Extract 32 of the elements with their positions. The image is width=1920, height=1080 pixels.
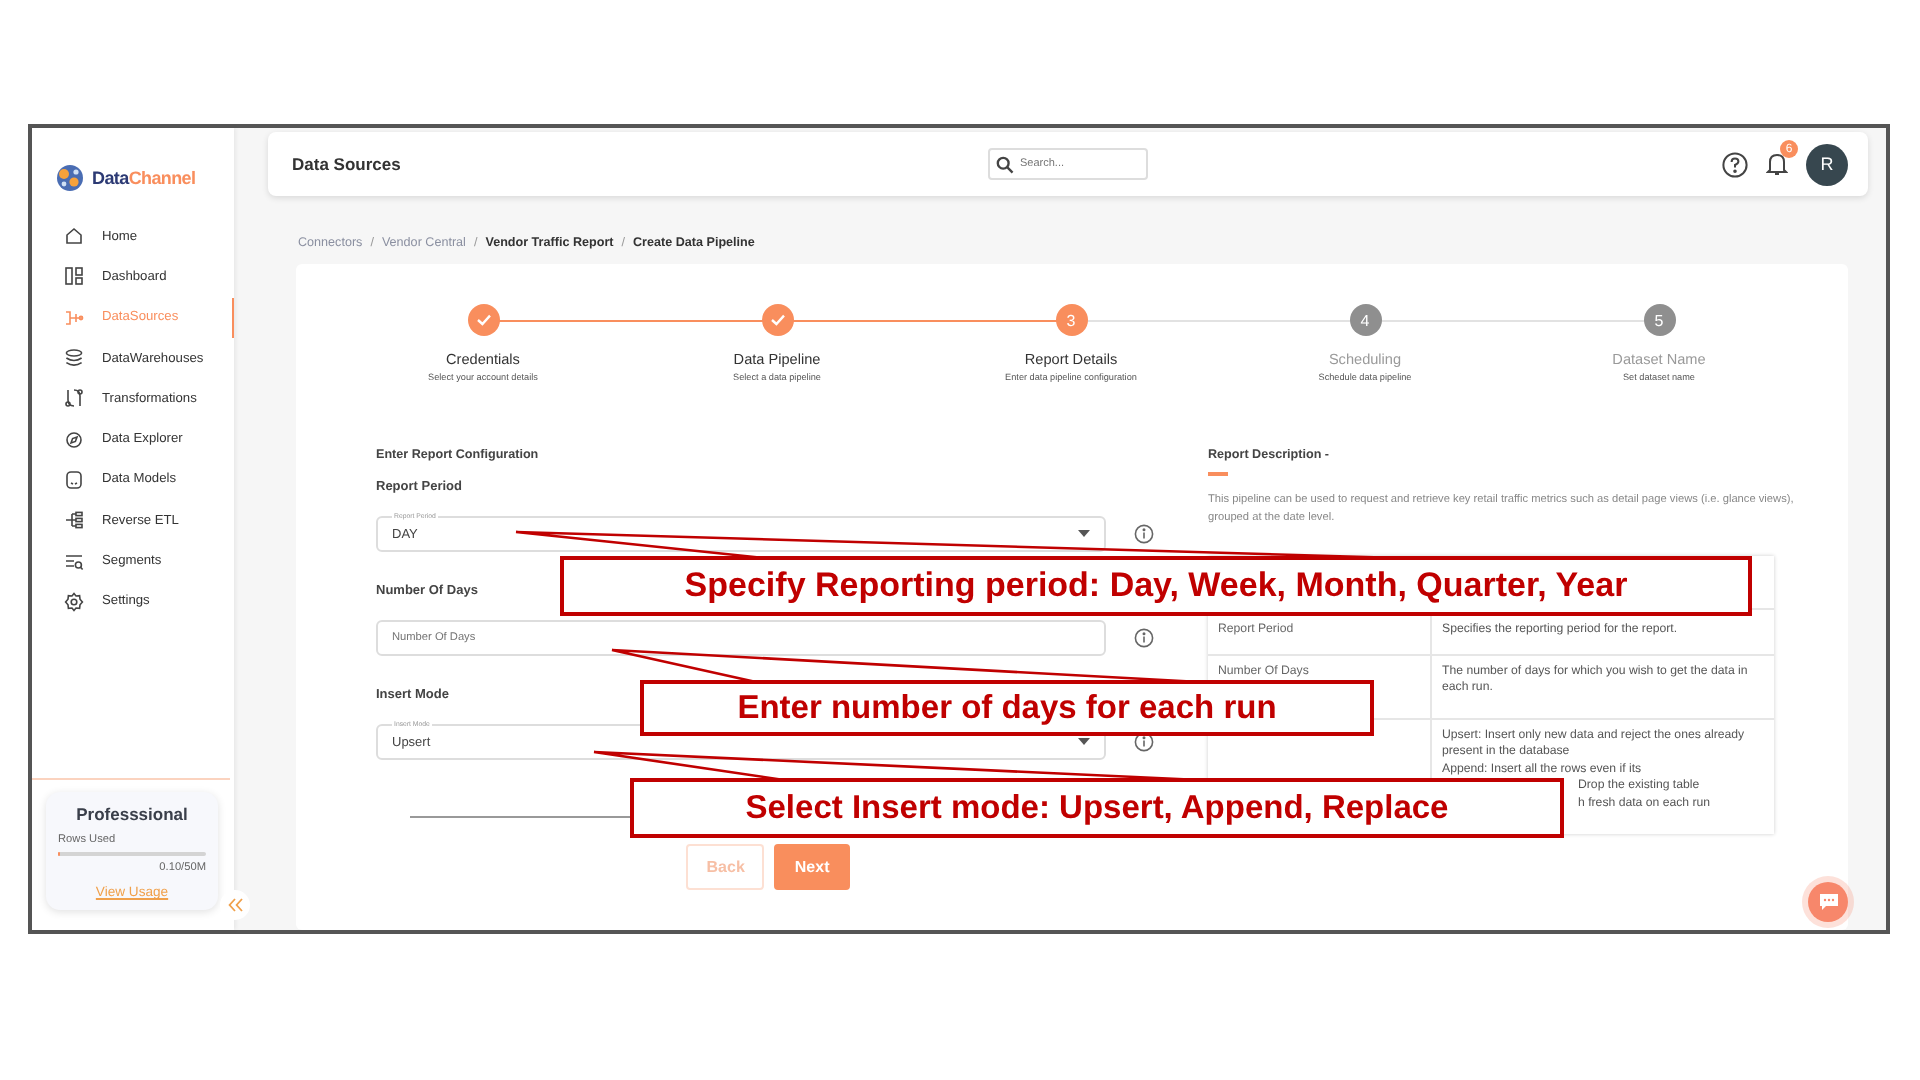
caret-icon — [1078, 530, 1090, 538]
help-icon[interactable] — [1722, 151, 1748, 177]
house-icon — [64, 226, 84, 247]
annotation-tooltip: Select Insert mode: Upsert, Append, Replace — [630, 778, 1564, 838]
annotation-tooltip: Enter number of days for each run — [640, 680, 1374, 736]
dashboard-icon — [64, 266, 84, 287]
gear-icon — [64, 591, 84, 612]
info-icon[interactable] — [1134, 732, 1154, 752]
search-icon — [996, 155, 1014, 173]
info-icon[interactable] — [1134, 524, 1154, 544]
annotation-tooltip: Specify Reporting period: Day, Week, Month, Quarter, Year — [560, 556, 1752, 616]
avatar[interactable]: R — [1806, 143, 1848, 185]
check-icon — [769, 312, 785, 328]
flow-icon — [64, 388, 84, 409]
list-search-icon — [64, 551, 84, 572]
compass-icon — [64, 429, 84, 450]
step-circle: 4 — [1349, 304, 1381, 336]
layers-icon — [64, 348, 84, 369]
check-icon — [475, 312, 491, 328]
double-chevron-icon — [227, 898, 243, 912]
info-icon[interactable] — [1134, 628, 1154, 648]
logo-icon — [54, 162, 86, 194]
bell-icon[interactable] — [1766, 152, 1788, 176]
chat-bubble-icon — [1817, 892, 1839, 912]
page-title: Data Sources — [292, 154, 403, 174]
tree-icon — [64, 510, 84, 531]
brand-name: DataChannel — [92, 168, 196, 188]
model-icon — [64, 469, 84, 490]
plan-name: Professsional — [74, 803, 190, 823]
branch-icon — [64, 307, 84, 328]
step-circle: 5 — [1643, 304, 1675, 336]
step-circle: 3 — [1055, 304, 1087, 336]
